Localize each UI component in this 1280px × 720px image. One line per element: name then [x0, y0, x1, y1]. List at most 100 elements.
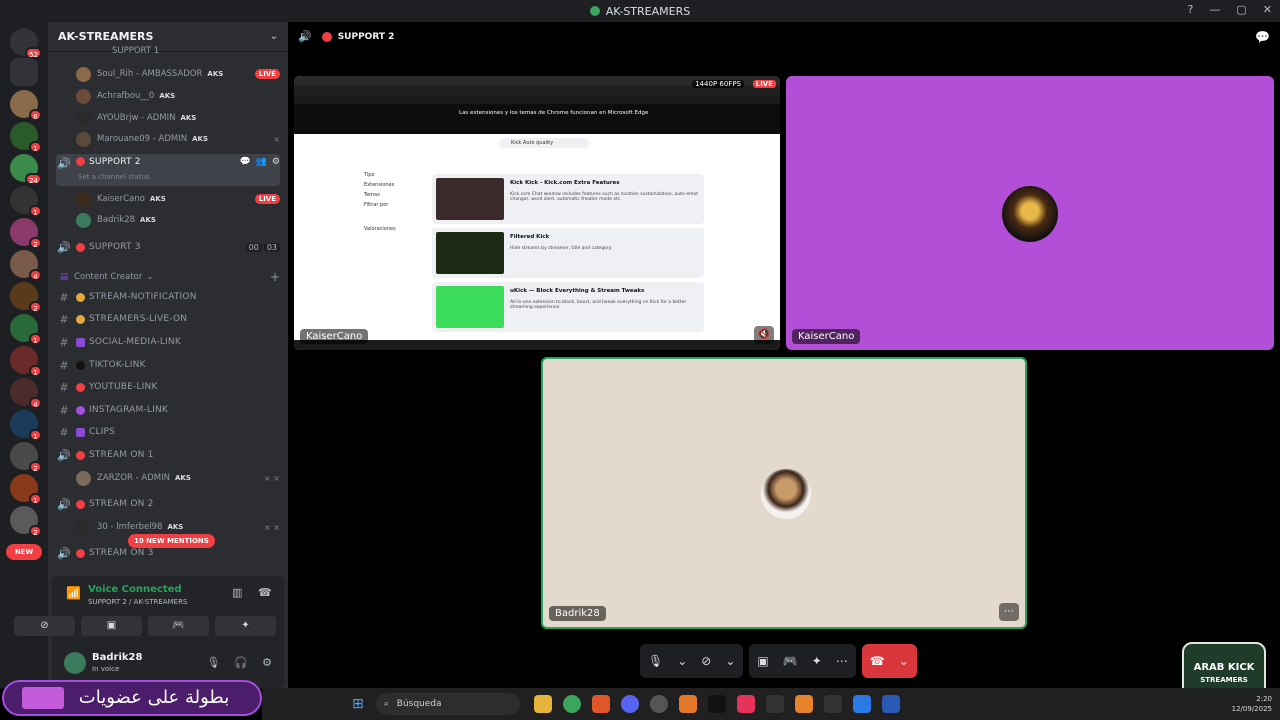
- tiktok-icon[interactable]: [707, 695, 726, 713]
- new-mentions-pill[interactable]: 10 NEW MENTIONS: [128, 534, 215, 548]
- voice-user[interactable]: Achrafbou__0 AKS: [76, 86, 280, 106]
- voice-user[interactable]: Badrik28 AKS: [76, 210, 280, 230]
- close-button[interactable]: ✕: [1263, 3, 1272, 16]
- avatar[interactable]: [64, 652, 86, 674]
- voice-channel-stream-2[interactable]: 🔊 STREAM ON 2: [56, 494, 280, 514]
- server-icon[interactable]: 1: [10, 122, 42, 153]
- app-icon[interactable]: [823, 695, 842, 713]
- new-unreads-pill[interactable]: NEW: [6, 544, 42, 560]
- home-server-icon[interactable]: 52: [10, 28, 42, 59]
- badge: 1: [29, 493, 42, 505]
- voice-user[interactable]: ZARZOR - ADMIN AKS ⨯ ⨯: [76, 468, 280, 488]
- add-channel-icon[interactable]: +: [270, 270, 280, 284]
- voice-user[interactable]: Marouane09 - ADMIN AKS ⨯: [76, 129, 280, 149]
- help-icon[interactable]: ?: [1188, 3, 1194, 16]
- volume-muted-icon[interactable]: 🔇: [754, 326, 774, 344]
- windows-start-icon[interactable]: ⊞: [352, 696, 364, 712]
- hang-up-icon[interactable]: ☎: [870, 654, 885, 668]
- chat-icon[interactable]: 💬: [239, 157, 250, 167]
- tiktok-live-icon[interactable]: [736, 695, 755, 713]
- disconnect-icon[interactable]: ☎: [258, 586, 272, 599]
- badge: 1: [29, 141, 42, 153]
- voice-user[interactable]: Soul_Rih - AMBASSADOR AKS LIVE: [76, 64, 280, 84]
- invite-icon[interactable]: 👥: [256, 157, 267, 167]
- badge: 6: [29, 109, 42, 121]
- soundboard-button[interactable]: ✦: [215, 616, 276, 636]
- chevron-down-icon[interactable]: ⌄: [899, 654, 909, 668]
- headphones-icon[interactable]: 🎧: [234, 656, 248, 669]
- server-icon[interactable]: 1: [10, 474, 42, 505]
- category-content-creator[interactable]: ▤ Content Creator ⌄ +: [60, 269, 280, 285]
- text-channel[interactable]: # CLIPS: [56, 422, 280, 442]
- server-icon[interactable]: 24: [10, 154, 42, 185]
- gear-icon[interactable]: ⚙: [262, 656, 272, 669]
- speaker-icon: 🔊: [57, 497, 71, 511]
- camera-off-icon[interactable]: ⊘: [701, 654, 711, 668]
- server-icon[interactable]: 1: [10, 314, 42, 345]
- chevron-down-icon[interactable]: ⌄: [725, 654, 735, 668]
- text-channel[interactable]: # STREAM-NOTIFICATION: [56, 287, 280, 307]
- server-icon[interactable]: 1: [10, 186, 42, 217]
- voice-user[interactable]: KaiserCano AKS LIVE: [76, 189, 280, 209]
- discord-icon[interactable]: [620, 695, 639, 713]
- chat-icon[interactable]: 💬: [1255, 30, 1270, 44]
- app-icon[interactable]: [678, 695, 697, 713]
- minimize-button[interactable]: —: [1209, 3, 1220, 16]
- server-icon[interactable]: 2: [10, 442, 42, 473]
- brave-icon[interactable]: [591, 695, 610, 713]
- chevron-down-icon[interactable]: ⌄: [677, 654, 687, 668]
- text-channel[interactable]: # TIKTOK-LINK: [56, 355, 280, 375]
- voice-channel-support-2[interactable]: 🔊 SUPPORT 2 Set a channel status 💬 👥 ⚙: [56, 154, 280, 186]
- gear-icon[interactable]: ⚙: [272, 157, 280, 167]
- signal-icon[interactable]: 📶: [66, 586, 81, 600]
- chrome-icon[interactable]: [562, 695, 581, 713]
- participant-tile[interactable]: Badrik28 ⋯: [541, 357, 1027, 629]
- microphone-icon[interactable]: 🎙: [648, 654, 663, 668]
- channel-status[interactable]: Set a channel status: [78, 173, 150, 181]
- badge: 1: [29, 333, 42, 345]
- text-channel[interactable]: # SOCIAL-MEDIA-LINK: [56, 332, 280, 352]
- soundboard-icon[interactable]: ✦: [812, 654, 822, 668]
- word-icon[interactable]: [881, 695, 900, 713]
- voice-user[interactable]: AYOUBrjw - ADMIN AKS: [76, 108, 280, 128]
- server-icon[interactable]: 2: [10, 506, 42, 537]
- server-icon[interactable]: 2: [10, 282, 42, 313]
- voice-channel-stream-1[interactable]: 🔊 STREAM ON 1: [56, 445, 280, 465]
- extension-thumbnail: [436, 232, 504, 274]
- system-clock[interactable]: 2:20 12/09/2025: [1232, 694, 1272, 714]
- windows-taskbar: ⊞ ⌕ Búsqueda 2:20 12/09/2025: [262, 688, 1280, 720]
- text-channel[interactable]: # INSTAGRAM-LINK: [56, 400, 280, 420]
- user-name: 30 - lmferbel98: [97, 522, 163, 532]
- voice-channel-support-1-partial[interactable]: SUPPORT 1: [76, 46, 280, 56]
- noise-suppression-icon[interactable]: ▥: [232, 586, 242, 599]
- file-explorer-icon[interactable]: [533, 695, 552, 713]
- microphone-icon[interactable]: 🎙: [206, 656, 220, 669]
- screen-share-button[interactable]: ▣: [81, 616, 142, 636]
- server-icon[interactable]: 2: [10, 218, 42, 249]
- maximize-button[interactable]: ▢: [1236, 3, 1246, 16]
- screen-share-tile[interactable]: 1440P 60FPS LIVE Las extensiones y los t…: [294, 76, 780, 350]
- server-icon[interactable]: 4: [10, 250, 42, 281]
- extension-desc: Kick.com Chat window includes features s…: [510, 192, 699, 202]
- server-icon[interactable]: 1: [10, 346, 42, 377]
- text-channel[interactable]: # YOUTUBE-LINK: [56, 377, 280, 397]
- vpn-icon[interactable]: [852, 695, 871, 713]
- channel-name: TIKTOK-LINK: [89, 360, 146, 370]
- screen-share-icon[interactable]: ▣: [757, 654, 768, 668]
- activity-button[interactable]: 🎮: [148, 616, 209, 636]
- participant-tile[interactable]: KaiserCano: [786, 76, 1274, 350]
- terminal-icon[interactable]: [765, 695, 784, 713]
- text-channel[interactable]: # STREAMERS-LIVE-ON: [56, 309, 280, 329]
- server-icon[interactable]: 4: [10, 378, 42, 409]
- taskbar-search[interactable]: ⌕ Búsqueda: [375, 693, 520, 715]
- camera-off-button[interactable]: ⊘: [14, 616, 75, 636]
- voice-channel-support-3[interactable]: 🔊 SUPPORT 3 00 03: [56, 237, 280, 257]
- server-icon[interactable]: 6: [10, 90, 42, 121]
- server-icon[interactable]: 1: [10, 410, 42, 441]
- inbox-icon[interactable]: [10, 58, 38, 86]
- more-options-icon[interactable]: ⋯: [836, 654, 848, 668]
- obs-icon[interactable]: [649, 695, 668, 713]
- more-options-icon[interactable]: ⋯: [999, 603, 1019, 621]
- activity-icon[interactable]: 🎮: [783, 654, 798, 668]
- vlc-icon[interactable]: [794, 695, 813, 713]
